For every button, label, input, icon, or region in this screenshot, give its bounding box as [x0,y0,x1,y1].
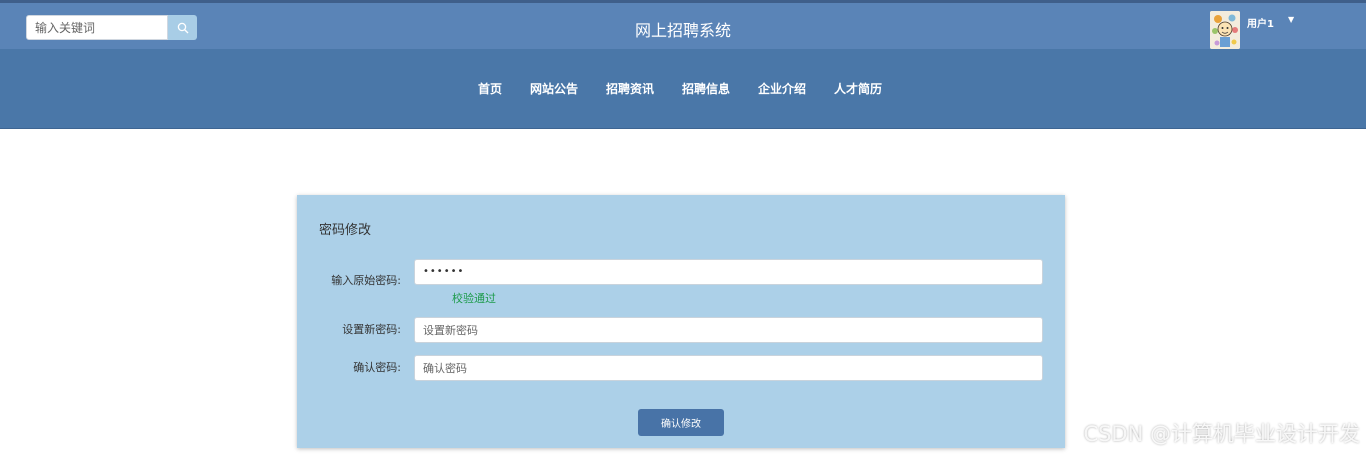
avatar[interactable] [1210,11,1240,49]
user-name[interactable]: 用户1 [1247,15,1274,49]
password-change-panel: 密码修改 输入原始密码: •••••• 校验通过 设置新密码: 确认密码: 确认… [297,195,1065,448]
confirm-password-label: 确认密码: [353,361,401,374]
old-password-field[interactable]: •••••• [414,259,1043,285]
avatar-image [1210,11,1240,49]
panel-title: 密码修改 [319,223,372,238]
new-password-field[interactable] [414,317,1043,343]
nav-item[interactable]: 首页 [478,80,502,97]
nav-item[interactable]: 招聘信息 [682,80,730,97]
nav-item[interactable]: 人才简历 [834,80,882,97]
old-password-label: 输入原始密码: [331,274,401,287]
validation-hint: 校验通过 [452,292,496,305]
chevron-down-icon[interactable]: ▼ [1288,15,1294,49]
site-title: 网上招聘系统 [634,21,731,40]
new-password-label: 设置新密码: [342,323,401,336]
confirm-change-button[interactable]: 确认修改 [638,409,724,436]
confirm-password-field[interactable] [414,355,1043,381]
nav-item[interactable]: 企业介绍 [758,80,806,97]
nav-list: 首页 网站公告 招聘资讯 招聘信息 企业介绍 人才简历 [464,80,902,97]
watermark: CSDN @计算机毕业设计开发 [1083,422,1360,446]
main-nav: 首页 网站公告 招聘资讯 招聘信息 企业介绍 人才简历 [0,49,1366,129]
top-bar: 网上招聘系统 用户1 ▼ [0,0,1366,49]
user-menu[interactable]: 用户1 ▼ [1210,11,1294,49]
nav-item[interactable]: 招聘资讯 [606,80,654,97]
nav-item[interactable]: 网站公告 [530,80,578,97]
